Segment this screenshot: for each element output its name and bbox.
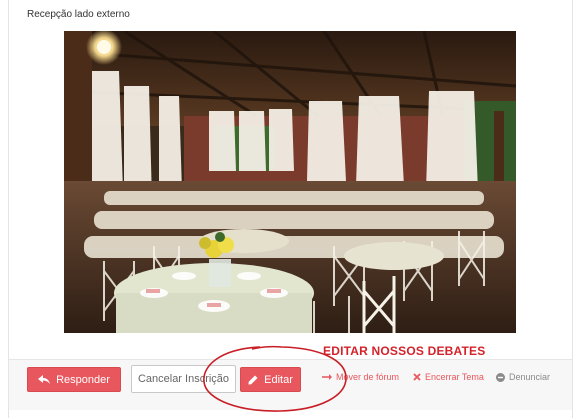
arrow-right-icon bbox=[322, 373, 332, 381]
close-topic-label: Encerrar Tema bbox=[425, 372, 484, 382]
reply-button[interactable]: Responder bbox=[27, 367, 121, 392]
edit-button-label: Editar bbox=[264, 373, 293, 386]
venue-photo-illustration bbox=[64, 31, 516, 333]
edit-button[interactable]: Editar bbox=[240, 367, 301, 392]
pencil-icon bbox=[248, 375, 258, 385]
cancel-subscription-label: Cancelar Inscrição bbox=[137, 373, 230, 385]
reply-button-label: Responder bbox=[56, 373, 110, 386]
report-label: Denunciar bbox=[509, 372, 551, 382]
cancel-subscription-button[interactable]: Cancelar Inscrição bbox=[131, 365, 236, 393]
minus-circle-icon bbox=[496, 372, 505, 382]
event-venue-photo bbox=[64, 31, 516, 333]
annotation-title: EDITAR NOSSOS DEBATES bbox=[323, 344, 486, 358]
close-topic-link[interactable]: Encerrar Tema bbox=[413, 372, 484, 382]
image-caption: Recepção lado externo bbox=[27, 9, 130, 20]
move-forum-link[interactable]: Mover de fórum bbox=[322, 372, 399, 382]
move-forum-label: Mover de fórum bbox=[336, 372, 400, 382]
report-link[interactable]: Denunciar bbox=[496, 372, 550, 382]
reply-arrow-icon bbox=[38, 374, 51, 385]
x-icon bbox=[413, 373, 421, 381]
